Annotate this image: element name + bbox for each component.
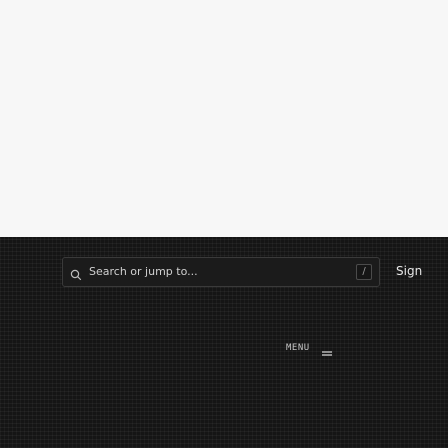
light-hero-area [0,0,448,237]
search-placeholder: Search or jump to... [89,265,198,278]
search-icon [70,266,82,281]
search-shortcut-key: / [356,264,372,280]
menu-label: MENU [286,343,310,353]
menu-button[interactable]: MENU [286,340,416,358]
sign-in-link[interactable]: Sign [396,264,422,278]
search-box[interactable]: Search or jump to... / [62,257,380,287]
menu-icon [322,344,332,356]
